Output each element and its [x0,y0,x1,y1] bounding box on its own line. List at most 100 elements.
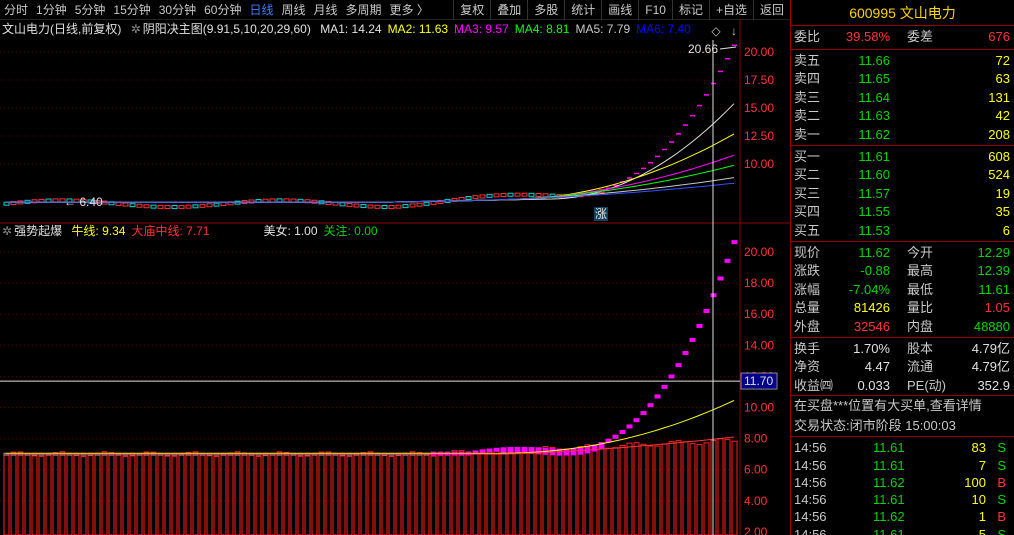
tick-flag: S [997,457,1006,473]
order-row: 卖二 11.63 42 [791,107,1014,126]
order-row: 买二 11.60 524 [791,166,1014,185]
y-tick-label: 4.00 [744,494,768,508]
toolbar-action-button[interactable]: 标记 [671,0,709,20]
tick-list[interactable]: 14:56 11.61 83 S 14:56 11.61 7 S 14:56 11.62 100 B 1… [791,437,1014,535]
diamond-icon: ◇ [711,24,721,38]
candle [507,192,514,197]
candle [388,205,395,210]
stock-title: 600995 文山电力 [791,0,1014,26]
volume-bar [164,455,171,535]
volume-bar [101,451,108,535]
toolbar-action-button[interactable]: 返回 [752,0,790,20]
ma-value: MA6: 7.40 [636,22,691,36]
settings-icon[interactable]: ✲ [131,22,141,36]
stat-label: 今开 [907,244,934,260]
toolbar-action-button[interactable]: 统计 [564,0,601,20]
toolbar-action-button[interactable]: +自选 [708,0,753,20]
settings-icon[interactable]: ✲ [2,224,12,238]
candle [143,204,150,209]
toolbar-action-button[interactable]: 复权 [453,0,490,20]
period-tab[interactable]: 多周期 [342,0,386,20]
volume-bar [311,453,318,535]
volume-bar [150,451,157,535]
tick-time: 14:56 [794,440,827,456]
toolbar-action-button[interactable]: 画线 [601,0,638,20]
candle [360,204,367,209]
y-tick-label: 2.00 [744,525,768,535]
order-volume: 131 [988,89,1010,105]
volume-bar [353,454,360,535]
volume-bar [269,452,276,535]
signal-bar [724,258,731,263]
candle [171,205,178,210]
volume-bar [528,449,535,535]
volume-bar [395,454,402,535]
chart-area[interactable]: 20.00 17.50 15.00 12.50 10.00 20.00 18.00 16.00… [0,20,790,535]
y-tick-label: 15.00 [744,101,774,115]
candle [157,204,164,209]
weibi-row: 委比 39.58% 委差 676 [791,28,1014,47]
toolbar-action-button[interactable]: 叠加 [490,0,527,20]
signal-bar [731,240,738,245]
big-order-notice[interactable]: 在买盘***位置有大买单,查看详情 [791,396,1014,416]
period-tab[interactable]: 周线 [277,0,309,20]
volume-bar [178,453,185,535]
period-tab[interactable]: 分时 [0,0,32,20]
period-tab[interactable]: 60分钟 [200,0,245,20]
sub-indicator-label[interactable]: 强势起爆 [14,224,62,238]
volume-bar [59,451,66,535]
y-tick-label: 10.00 [744,157,774,171]
tick-time: 14:56 [794,526,827,535]
candle [409,203,416,208]
volume-bar [423,454,430,535]
candle [381,204,388,209]
volume-bar [129,455,136,535]
period-tab[interactable]: 更多 〉 [386,0,433,20]
signal-bar [661,384,668,389]
fund-row: 净资 4.47 流通 4.79亿 [791,358,1014,377]
volume-bar [31,455,38,535]
volume-bar [45,454,52,535]
y-tick-label: 10.00 [744,401,774,415]
order-label: 买四 [794,204,821,220]
period-tab[interactable]: 日线 [245,0,277,20]
low-price-label: ← 6.40 [64,195,103,209]
y-tick-label: 12.50 [744,129,774,143]
volume-bar [192,451,199,535]
fund-label: 收益㈣ [794,377,834,393]
volume-bar [591,444,598,535]
stat-row: 外盘 32546 内盘 48880 [791,318,1014,337]
period-tab[interactable]: 15分钟 [109,0,154,20]
ma-value: MA3: 9.57 [454,22,509,36]
signal-bar [570,448,577,456]
high-price-arrow [719,46,737,50]
period-tab[interactable]: 30分钟 [155,0,200,20]
signal-bar [717,276,724,281]
volume-bar [24,453,31,535]
ma-legend: MA1: 14.24 MA2: 11.63 MA3: 9.57 MA4: 8.81 MA… [320,22,697,36]
candle [136,203,143,208]
volume-bar [367,451,374,535]
indicator-label[interactable]: 阴阳决主图(9.91,5,10,20,29,60) [143,22,311,36]
signal-bar [654,394,661,399]
candle [528,192,535,197]
volume-bar [94,452,101,535]
period-tab[interactable]: 5分钟 [71,0,110,20]
period-tab[interactable]: 月线 [310,0,342,20]
tick-price: 11.61 [873,526,905,535]
order-price: 11.61 [858,148,890,164]
volume-bar [703,442,710,535]
period-tab[interactable]: 1分钟 [32,0,71,20]
tick-time: 14:56 [794,474,827,490]
crosshair-value: 11.70 [744,374,773,388]
toolbar-action-button[interactable]: 多股 [527,0,564,20]
stat-label: 总量 [794,300,821,316]
volume-bar [682,441,689,535]
kline-chart[interactable]: 20.00 17.50 15.00 12.50 10.00 20.00 18.00 16.00… [0,20,790,535]
toolbar-action-button[interactable]: F10 [638,0,672,20]
volume-bar [346,455,353,535]
volume-bar [136,453,143,535]
candle [542,193,549,198]
order-price: 11.66 [858,52,890,68]
tick-price: 11.62 [873,474,905,490]
